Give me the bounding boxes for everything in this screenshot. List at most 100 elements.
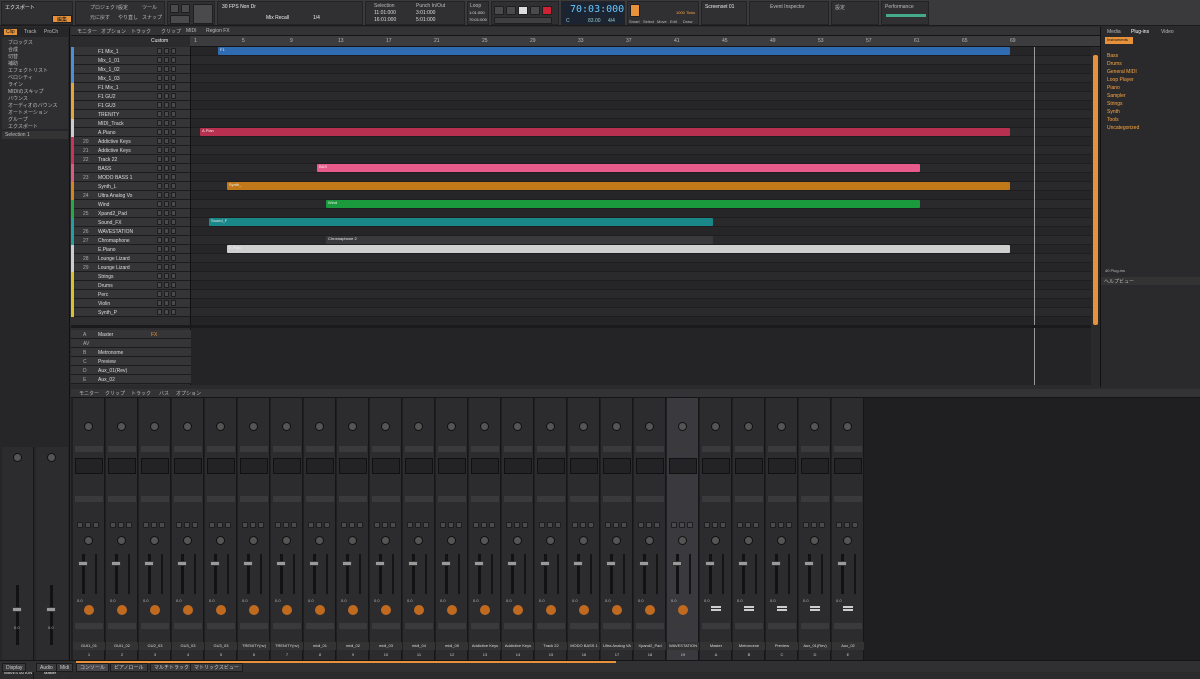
- screenset-label[interactable]: Screenset 01: [705, 4, 734, 10]
- track-name[interactable]: E.Piano: [98, 247, 116, 253]
- mute-button[interactable]: [157, 174, 162, 180]
- mute-button[interactable]: [704, 522, 710, 528]
- pan-knob[interactable]: [711, 536, 720, 545]
- solo-button[interactable]: [164, 282, 169, 288]
- io-slot[interactable]: [372, 623, 400, 629]
- volume-fader[interactable]: [544, 554, 547, 594]
- eq-display[interactable]: [141, 458, 169, 474]
- record-arm-button[interactable]: [93, 522, 99, 528]
- toolbar-item[interactable]: クリップ: [161, 28, 181, 35]
- solo-button[interactable]: [448, 522, 454, 528]
- mute-button[interactable]: [157, 201, 162, 207]
- mute-button[interactable]: [374, 522, 380, 528]
- inspector-item[interactable]: オーディオのバウンス: [8, 102, 58, 109]
- track-lane[interactable]: [191, 227, 1091, 236]
- inspector-item[interactable]: エフェクトリスト: [8, 67, 48, 74]
- insert-slot[interactable]: [141, 446, 169, 452]
- tab-display[interactable]: Display: [2, 663, 27, 672]
- fader-cap[interactable]: [672, 561, 682, 566]
- punch-start[interactable]: 3:01:000: [416, 10, 435, 16]
- record-arm-button[interactable]: [192, 522, 198, 528]
- snap-label[interactable]: スナップ: [142, 14, 162, 21]
- io-slot[interactable]: [669, 623, 697, 629]
- ffc-button[interactable]: [170, 15, 190, 24]
- eq-display[interactable]: [207, 458, 235, 474]
- mute-button[interactable]: [473, 522, 479, 528]
- io-slot[interactable]: [240, 623, 268, 629]
- gain-knob[interactable]: [777, 422, 786, 431]
- pan-knob[interactable]: [117, 536, 126, 545]
- track-header[interactable]: F1 GU3: [71, 101, 190, 110]
- solo-button[interactable]: [811, 522, 817, 528]
- track-lane[interactable]: [191, 254, 1091, 263]
- solo-button[interactable]: [613, 522, 619, 528]
- insert-slot[interactable]: [504, 446, 532, 452]
- solo-button[interactable]: [85, 522, 91, 528]
- solo-button[interactable]: [164, 111, 169, 117]
- loop-end[interactable]: 70:01:000: [469, 17, 487, 22]
- solo-button[interactable]: [283, 522, 289, 528]
- solo-button[interactable]: [164, 48, 169, 54]
- io-slot[interactable]: [306, 623, 334, 629]
- track-header[interactable]: Sound_FX: [71, 218, 190, 227]
- io-slot[interactable]: [834, 623, 862, 629]
- strip-name[interactable]: GU3_03: [172, 642, 204, 650]
- sends-slot[interactable]: [240, 496, 268, 502]
- track-name[interactable]: Xpand2_Pad: [98, 211, 127, 217]
- gain-knob[interactable]: [612, 422, 621, 431]
- record-arm-button[interactable]: [171, 165, 176, 171]
- mute-button[interactable]: [242, 522, 248, 528]
- mute-button[interactable]: [157, 102, 162, 108]
- solo-button[interactable]: [164, 120, 169, 126]
- scroll-thumb[interactable]: [1093, 55, 1098, 325]
- solo-button[interactable]: [164, 75, 169, 81]
- mix-button[interactable]: [193, 4, 213, 24]
- record-arm-button[interactable]: [489, 522, 495, 528]
- track-header[interactable]: Mix_1_03: [71, 74, 190, 83]
- pan-knob[interactable]: [612, 536, 621, 545]
- clip[interactable]: Wind: [326, 200, 920, 208]
- mute-button[interactable]: [176, 522, 182, 528]
- folder-item[interactable]: Tools: [1107, 117, 1119, 123]
- solo-button[interactable]: [164, 129, 169, 135]
- solo-button[interactable]: [164, 309, 169, 315]
- mute-button[interactable]: [341, 522, 347, 528]
- record-arm-button[interactable]: [171, 75, 176, 81]
- eq-display[interactable]: [834, 458, 862, 474]
- io-slot[interactable]: [108, 623, 136, 629]
- record-arm-button[interactable]: [171, 111, 176, 117]
- eq-display[interactable]: [636, 458, 664, 474]
- solo-button[interactable]: [164, 147, 169, 153]
- volume-fader[interactable]: [841, 554, 844, 594]
- eq-display[interactable]: [735, 458, 763, 474]
- record-button[interactable]: [542, 6, 552, 15]
- solo-button[interactable]: [580, 522, 586, 528]
- sends-slot[interactable]: [570, 496, 598, 502]
- record-arm-button[interactable]: [171, 309, 176, 315]
- strip-name[interactable]: GUI1_01: [73, 642, 105, 650]
- bus-header[interactable]: E Aux_02: [71, 375, 191, 384]
- track-name[interactable]: Sound_FX: [98, 220, 122, 226]
- tab-track[interactable]: Track: [24, 29, 36, 35]
- fader-cap[interactable]: [507, 561, 517, 566]
- solo-button[interactable]: [164, 93, 169, 99]
- solo-button[interactable]: [164, 174, 169, 180]
- mute-button[interactable]: [77, 522, 83, 528]
- strip-name[interactable]: Metronome: [733, 642, 765, 650]
- volume-fader[interactable]: [16, 585, 19, 645]
- mute-button[interactable]: [638, 522, 644, 528]
- insert-slot[interactable]: [108, 446, 136, 452]
- solo-button[interactable]: [164, 264, 169, 270]
- fader-cap[interactable]: [771, 561, 781, 566]
- mute-button[interactable]: [157, 165, 162, 171]
- s-button[interactable]: [181, 4, 190, 13]
- solo-button[interactable]: [250, 522, 256, 528]
- mute-button[interactable]: [157, 282, 162, 288]
- inspector-item[interactable]: オートメーション: [8, 109, 48, 116]
- pan-knob[interactable]: [810, 536, 819, 545]
- track-name[interactable]: Mix_1_02: [98, 67, 120, 73]
- track-header[interactable]: TRENITY: [71, 110, 190, 119]
- pan-knob[interactable]: [216, 536, 225, 545]
- insert-slot[interactable]: [603, 446, 631, 452]
- solo-button[interactable]: [349, 522, 355, 528]
